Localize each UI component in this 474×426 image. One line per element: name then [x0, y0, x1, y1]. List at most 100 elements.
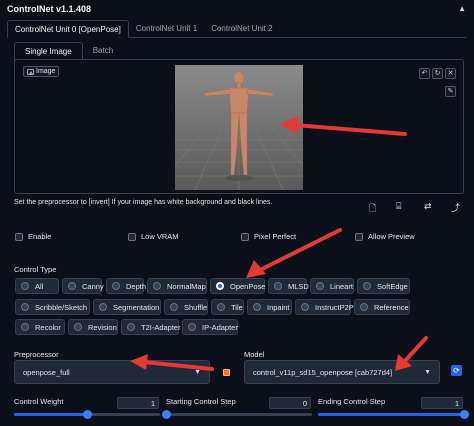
control-type-segmentation[interactable]: Segmentation: [93, 299, 161, 315]
tab-unit-2[interactable]: ControlNet Unit 2: [204, 20, 279, 37]
checkbox-box[interactable]: [355, 232, 363, 241]
tab-unit-1[interactable]: ControlNet Unit 1: [129, 20, 204, 37]
controlnet-title: ControlNet v1.1.408: [7, 4, 92, 14]
ending-step-input[interactable]: 1: [421, 397, 463, 409]
radio-label: Revision: [88, 322, 117, 332]
control-type-depth[interactable]: Depth: [106, 278, 147, 294]
radio-dot[interactable]: [188, 323, 196, 331]
close-icon[interactable]: ✕: [445, 68, 456, 79]
control-type-shuffle[interactable]: Shuffle: [164, 299, 208, 315]
radio-label: Scribble/Sketch: [35, 302, 88, 312]
radio-label: Segmentation: [113, 302, 160, 312]
control-type-recolor[interactable]: Recolor: [15, 319, 65, 335]
control-type-instructp2p[interactable]: InstructP2P: [295, 299, 354, 315]
radio-label: InstructP2P: [315, 302, 354, 312]
radio-dot[interactable]: [99, 303, 107, 311]
run-preprocessor-icon[interactable]: [223, 369, 230, 376]
invert-note: Set the preprocessor to [invert] If your…: [14, 199, 273, 206]
radio-dot[interactable]: [112, 282, 120, 290]
checkbox-box[interactable]: [15, 232, 23, 241]
radio-label: IP-Adapter: [202, 322, 238, 332]
unit-tabs: ControlNet Unit 0 [OpenPose] ControlNet …: [7, 20, 466, 38]
tab-unit-0[interactable]: ControlNet Unit 0 [OpenPose]: [7, 20, 129, 38]
starting-step-label: Starting Control Step: [166, 397, 236, 406]
swap-icon[interactable]: ⇄: [424, 201, 432, 212]
control-type-softedge[interactable]: SoftEdge: [357, 278, 410, 294]
red-arrow-to-model: [395, 336, 428, 371]
radio-dot[interactable]: [74, 323, 82, 331]
radio-label: OpenPose: [230, 281, 266, 291]
radio-label: T2I-Adapter: [141, 322, 181, 332]
control-type-lineart[interactable]: Lineart: [310, 278, 354, 294]
enable-checkbox[interactable]: Enable: [15, 232, 51, 241]
ending-step-label: Ending Control Step: [318, 397, 386, 406]
preprocessor-label: Preprocessor: [14, 350, 59, 359]
control-type-normalmap[interactable]: NormalMap: [147, 278, 207, 294]
radio-dot-selected[interactable]: [216, 282, 224, 290]
radio-dot[interactable]: [170, 303, 178, 311]
control-type-tile[interactable]: Tile: [211, 299, 244, 315]
refresh-models-icon[interactable]: ⟳: [451, 365, 462, 376]
radio-label: Reference: [374, 302, 409, 312]
control-type-all[interactable]: All: [15, 278, 59, 294]
brush-icon[interactable]: ✎: [445, 86, 456, 97]
red-arrow-to-preprocessor: [130, 354, 214, 371]
clear-icon[interactable]: ↻: [432, 68, 443, 79]
radio-label: SoftEdge: [377, 281, 408, 291]
radio-dot[interactable]: [301, 303, 309, 311]
radio-dot[interactable]: [316, 282, 324, 290]
radio-label: Lineart: [330, 281, 353, 291]
radio-label: All: [35, 281, 44, 291]
slider-thumb[interactable]: [162, 410, 171, 419]
checkbox-label: Low VRAM: [141, 232, 179, 241]
control-type-reference[interactable]: Reference: [354, 299, 410, 315]
radio-dot[interactable]: [360, 303, 368, 311]
ending-step-slider[interactable]: [318, 410, 469, 419]
slider-thumb[interactable]: [83, 410, 92, 419]
control-type-mlsd[interactable]: MLSD: [268, 278, 309, 294]
image-label: Image: [23, 66, 60, 77]
control-type-t2i-adapter[interactable]: T2I-Adapter: [121, 319, 181, 335]
control-weight-input[interactable]: 1: [117, 397, 159, 409]
send-dimensions-icon[interactable]: ⤴: [451, 201, 460, 214]
new-canvas-icon[interactable]: 🗋: [369, 201, 376, 217]
radio-dot[interactable]: [21, 282, 29, 290]
collapse-icon[interactable]: ▲: [458, 4, 466, 13]
control-type-ip-adapter[interactable]: IP-Adapter: [182, 319, 238, 335]
allow-preview-checkbox[interactable]: Allow Preview: [355, 232, 415, 241]
slider-fill: [318, 413, 464, 416]
radio-dot[interactable]: [21, 303, 29, 311]
control-type-canny[interactable]: Canny: [62, 278, 104, 294]
control-type-scribble[interactable]: Scribble/Sketch: [15, 299, 90, 315]
starting-step-input[interactable]: 0: [269, 397, 311, 409]
radio-dot[interactable]: [21, 323, 29, 331]
radio-dot[interactable]: [153, 282, 161, 290]
radio-dot[interactable]: [127, 323, 135, 331]
image-upload-panel[interactable]: Image ↶ ↻ ✕ ✎: [14, 59, 464, 194]
control-type-openpose[interactable]: OpenPose: [210, 278, 265, 294]
model-value: control_v11p_sd15_openpose [cab727d4]: [253, 367, 393, 377]
radio-label: Recolor: [35, 322, 61, 332]
control-weight-slider[interactable]: [14, 410, 160, 419]
radio-label: Depth: [126, 281, 147, 291]
checkbox-box[interactable]: [128, 232, 136, 241]
radio-dot[interactable]: [217, 303, 225, 311]
slider-thumb[interactable]: [460, 410, 469, 419]
radio-dot[interactable]: [68, 282, 76, 290]
radio-label: Tile: [231, 302, 243, 312]
image-icon: [27, 68, 34, 75]
radio-dot[interactable]: [253, 303, 261, 311]
starting-step-slider[interactable]: [162, 410, 312, 419]
red-arrow-to-image: [279, 116, 407, 136]
control-type-inpaint[interactable]: Inpaint: [247, 299, 292, 315]
image-label-text: Image: [36, 68, 56, 75]
undo-icon[interactable]: ↶: [419, 68, 430, 79]
low-vram-checkbox[interactable]: Low VRAM: [128, 232, 179, 241]
checkbox-label: Allow Preview: [368, 232, 415, 241]
control-type-revision[interactable]: Revision: [68, 319, 118, 335]
radio-dot[interactable]: [274, 282, 282, 290]
radio-label: Inpaint: [267, 302, 290, 312]
preprocessor-value: openpose_full: [23, 367, 70, 377]
radio-dot[interactable]: [363, 282, 371, 290]
camera-icon[interactable]: ⌸: [396, 201, 401, 212]
